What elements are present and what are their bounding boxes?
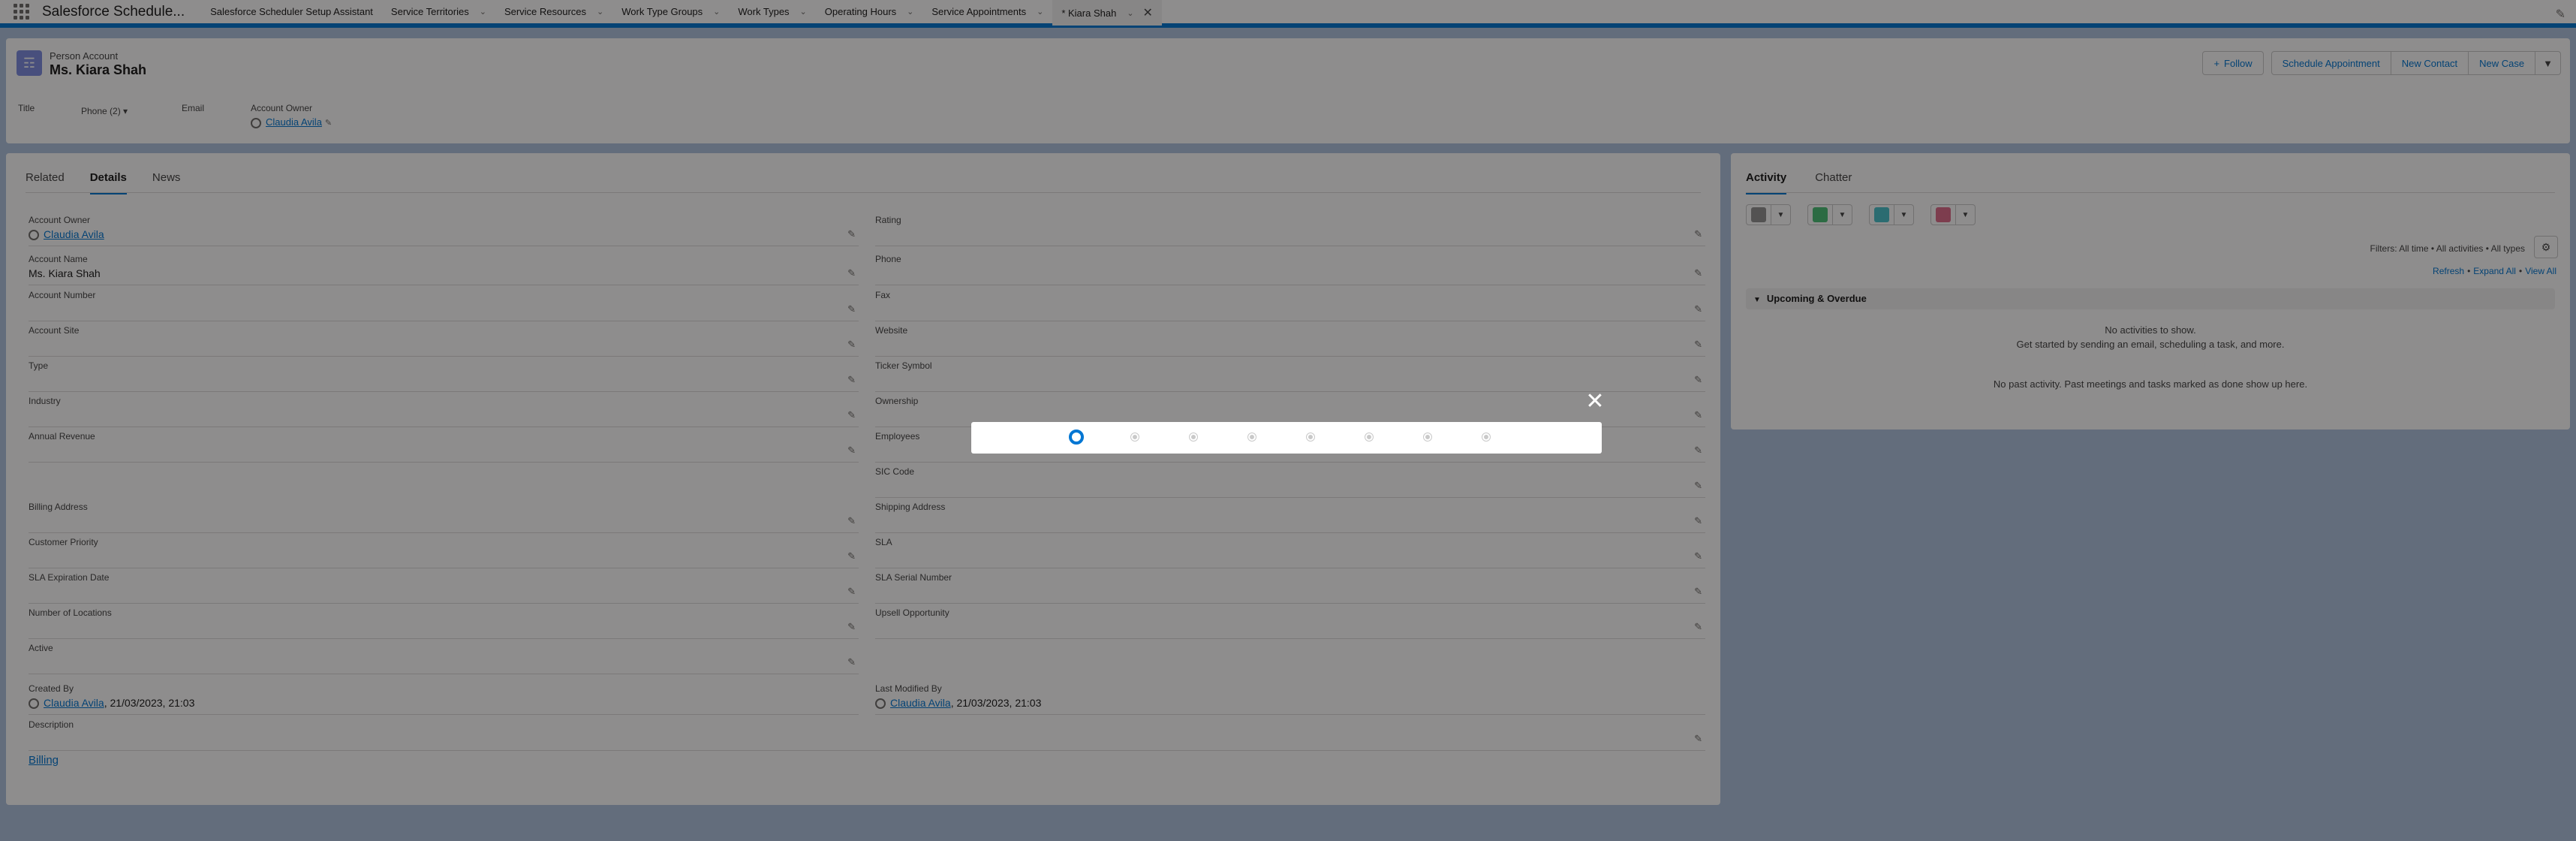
step-indicator-7[interactable] xyxy=(1424,433,1431,441)
step-indicator-1[interactable] xyxy=(1069,430,1084,445)
step-indicator-4[interactable] xyxy=(1248,433,1256,441)
step-indicator-6[interactable] xyxy=(1365,433,1373,441)
onboarding-stepper xyxy=(971,422,1602,454)
modal-backdrop xyxy=(0,0,2576,841)
step-indicator-3[interactable] xyxy=(1190,433,1197,441)
close-icon[interactable]: ✕ xyxy=(1585,390,1605,413)
step-indicator-5[interactable] xyxy=(1307,433,1314,441)
step-indicator-2[interactable] xyxy=(1131,433,1139,441)
step-indicator-8[interactable] xyxy=(1482,433,1490,441)
